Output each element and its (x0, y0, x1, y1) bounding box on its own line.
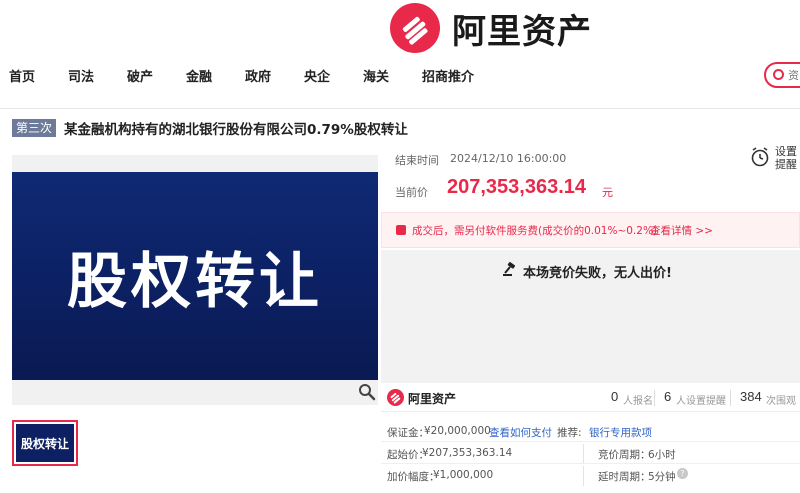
reminder-count-label: 人设置提醒 (676, 396, 726, 407)
reminder-label: 设置 提醒 (775, 145, 797, 171)
fee-notice: 成交后，需另付软件服务费(成交价的0.01%~0.2%) 查看详情 >> (381, 212, 800, 248)
stat-divider (730, 390, 731, 406)
increment-label: 加价幅度： (387, 471, 440, 483)
current-price-label: 当前价 (395, 186, 428, 199)
start-price-value: ¥207,353,363.14 (422, 447, 513, 459)
nav-investment[interactable]: 招商推介 (422, 66, 474, 85)
view-label: 次围观 (766, 396, 796, 407)
stats-brand: 阿里资产 (408, 392, 457, 406)
col-divider (583, 466, 584, 486)
deposit-label: 保证金： (387, 427, 429, 439)
thumbnail[interactable]: 股权转让 (12, 420, 78, 466)
current-price: 207,353,363.14 (447, 176, 587, 198)
signup-label: 人报名 (623, 396, 653, 407)
nav-finance[interactable]: 金融 (186, 66, 212, 85)
search-box[interactable] (764, 62, 800, 88)
listing-title: 某金融机构持有的湖北银行股份有限公司0.79%股权转让 (64, 122, 408, 138)
help-icon[interactable]: ? (677, 468, 688, 479)
main-nav: 首页 司法 破产 金融 政府 央企 海关 招商推介 (0, 62, 800, 90)
nav-judicial[interactable]: 司法 (68, 66, 94, 85)
end-time-label: 结束时间 (395, 154, 439, 167)
view-count: 384 (740, 389, 762, 404)
reminder-count: 6 (664, 389, 672, 404)
fee-notice-text: 成交后，需另付软件服务费(成交价的0.01%~0.2%) (412, 225, 658, 237)
nav-government[interactable]: 政府 (245, 66, 271, 85)
thumbnail-image: 股权转让 (16, 424, 74, 462)
search-icon[interactable] (773, 69, 784, 80)
deposit-value: ¥20,000,000 (424, 425, 491, 437)
search-input[interactable] (788, 67, 800, 83)
row-divider (381, 463, 800, 464)
row-divider (381, 441, 800, 442)
stats-row: 阿里资产 0 人报名 6 人设置提醒 384 次围观 (381, 384, 800, 412)
nav-customs[interactable]: 海关 (363, 66, 389, 85)
bid-period-label: 竞价周期： (598, 449, 651, 461)
brand-logo[interactable]: 阿里资产 (390, 2, 592, 54)
set-reminder-button[interactable]: 设置 提醒 (750, 145, 800, 171)
auction-status-panel: 本场竞价失败，无人出价! (381, 250, 800, 383)
increment-value: ¥1,000,000 (433, 469, 494, 481)
recommend-label: 推荐: (557, 427, 582, 439)
col-divider (583, 444, 584, 464)
round-badge: 第三次 (12, 119, 57, 137)
brand-name: 阿里资产 (452, 11, 592, 52)
fee-details-link[interactable]: 查看详情 >> (650, 223, 713, 238)
logo-icon (390, 3, 440, 53)
header-divider (0, 108, 800, 109)
thumbnail-text: 股权转让 (20, 436, 69, 451)
extend-period-value: 5分钟 (648, 471, 676, 483)
brand-mini-icon (387, 389, 404, 406)
alarm-clock-icon (751, 147, 769, 167)
nav-home[interactable]: 首页 (9, 66, 35, 85)
extend-period-label: 延时周期： (598, 471, 651, 483)
gavel-icon (503, 262, 516, 276)
currency-unit: 元 (602, 186, 613, 199)
bid-period-value: 6小时 (648, 449, 676, 461)
stat-divider (654, 390, 655, 406)
auction-status: 本场竞价失败，无人出价! (523, 266, 672, 281)
zoom-icon[interactable] (358, 383, 376, 401)
nav-central-soe[interactable]: 央企 (304, 66, 330, 85)
gift-icon (396, 225, 406, 235)
how-to-pay-link[interactable]: 查看如何支付 (489, 425, 552, 440)
nav-bankruptcy[interactable]: 破产 (127, 66, 153, 85)
main-image[interactable]: 股权转让 (12, 172, 378, 380)
signup-count: 0 (611, 389, 619, 404)
main-image-text: 股权转让 (67, 246, 323, 317)
end-time-value: 2024/12/10 16:00:00 (450, 152, 567, 165)
bank-funds-link[interactable]: 银行专用款项 (589, 425, 652, 440)
